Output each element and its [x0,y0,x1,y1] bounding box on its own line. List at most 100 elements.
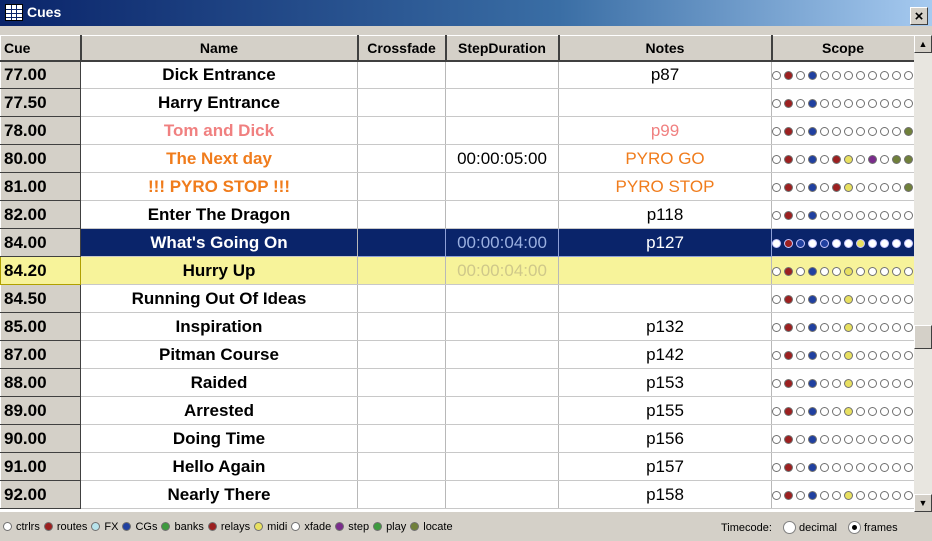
column-header-notes[interactable]: Notes [558,35,773,62]
cue-number[interactable]: 90.00 [0,424,81,453]
column-header-step-duration[interactable]: StepDuration [445,35,560,62]
step-duration-cell[interactable] [445,340,559,369]
crossfade-cell[interactable] [357,480,446,509]
cue-name[interactable]: Doing Time [80,424,358,453]
scope-cell[interactable] [771,340,914,369]
cue-row[interactable]: 84.50 Running Out Of Ideas [0,284,914,313]
crossfade-cell[interactable] [357,452,446,481]
cue-name[interactable]: Arrested [80,396,358,425]
frames-label[interactable]: frames [864,522,898,534]
cue-row[interactable]: 87.00 Pitman Course p142 [0,340,914,369]
step-duration-cell[interactable] [445,368,559,397]
cue-name[interactable]: Harry Entrance [80,88,358,117]
step-duration-cell[interactable] [445,452,559,481]
notes-cell[interactable] [558,256,772,285]
cue-name[interactable]: Nearly There [80,480,358,509]
step-duration-cell[interactable] [445,424,559,453]
cue-name[interactable]: Hello Again [80,452,358,481]
notes-cell[interactable]: p157 [558,452,772,481]
cue-number[interactable]: 84.50 [0,284,81,313]
cue-number[interactable]: 84.20 [0,256,81,285]
notes-cell[interactable]: p153 [558,368,772,397]
step-duration-cell[interactable]: 00:00:04:00 [445,256,559,285]
cue-name[interactable]: Inspiration [80,312,358,341]
cue-row[interactable]: 81.00!!! PYRO STOP !!! PYRO STOP [0,172,914,201]
column-header-cue[interactable]: Cue [0,35,82,62]
notes-cell[interactable]: p155 [558,396,772,425]
notes-cell[interactable]: p118 [558,200,772,229]
crossfade-cell[interactable] [357,144,446,173]
cue-row[interactable]: 89.00 Arrested p155 [0,396,914,425]
cue-name[interactable]: Enter The Dragon [80,200,358,229]
cue-name[interactable]: Hurry Up [80,256,358,285]
scroll-up-button[interactable]: ▲ [914,35,932,53]
cue-name[interactable]: The Next day [80,144,358,173]
cue-row[interactable]: 92.00 Nearly There p158 [0,480,914,509]
step-duration-cell[interactable] [445,60,559,89]
cue-name[interactable]: Raided [80,368,358,397]
scope-cell[interactable] [771,256,914,285]
vertical-scrollbar[interactable]: ▲ ▼ [914,35,932,512]
crossfade-cell[interactable] [357,228,446,257]
cue-number[interactable]: 85.00 [0,312,81,341]
scope-cell[interactable] [771,480,914,509]
notes-cell[interactable]: p87 [558,60,772,89]
scroll-thumb[interactable] [914,325,932,349]
column-header-scope[interactable]: Scope [771,35,914,62]
scope-cell[interactable] [771,200,914,229]
cue-row[interactable]: 77.50 Harry Entrance [0,88,914,117]
cue-row[interactable]: 91.00 Hello Again p157 [0,452,914,481]
scroll-down-button[interactable]: ▼ [914,494,932,512]
cue-number[interactable]: 77.00 [0,60,81,89]
scope-cell[interactable] [771,88,914,117]
step-duration-cell[interactable] [445,480,559,509]
crossfade-cell[interactable] [357,256,446,285]
notes-cell[interactable] [558,88,772,117]
scope-cell[interactable] [771,396,914,425]
crossfade-cell[interactable] [357,200,446,229]
notes-cell[interactable]: p99 [558,116,772,145]
cue-row[interactable]: 77.00 Dick Entrance p87 [0,60,914,89]
cue-name[interactable]: What's Going On [80,228,358,257]
notes-cell[interactable]: p156 [558,424,772,453]
column-header-name[interactable]: Name [80,35,359,62]
cue-number[interactable]: 84.00 [0,228,81,257]
step-duration-cell[interactable] [445,116,559,145]
column-header-crossfade[interactable]: Crossfade [357,35,447,62]
scope-cell[interactable] [771,60,914,89]
scope-cell[interactable] [771,116,914,145]
step-duration-cell[interactable] [445,396,559,425]
scope-cell[interactable] [771,284,914,313]
crossfade-cell[interactable] [357,396,446,425]
cue-row[interactable]: 90.00 Doing Time p156 [0,424,914,453]
step-duration-cell[interactable] [445,200,559,229]
cue-name[interactable]: Tom and Dick [80,116,358,145]
scope-cell[interactable] [771,228,914,257]
cue-name[interactable]: !!! PYRO STOP !!! [80,172,358,201]
scope-cell[interactable] [771,424,914,453]
cue-number[interactable]: 78.00 [0,116,81,145]
close-button[interactable]: × [910,7,928,25]
cue-name[interactable]: Running Out Of Ideas [80,284,358,313]
cue-row[interactable]: 84.00 What's Going On 00:00:04:00 p127 [0,228,914,257]
crossfade-cell[interactable] [357,172,446,201]
notes-cell[interactable]: p142 [558,340,772,369]
crossfade-cell[interactable] [357,116,446,145]
step-duration-cell[interactable] [445,88,559,117]
scope-cell[interactable] [771,312,914,341]
cue-row[interactable]: 82.00 Enter The Dragon p118 [0,200,914,229]
cue-number[interactable]: 88.00 [0,368,81,397]
cue-number[interactable]: 80.00 [0,144,81,173]
step-duration-cell[interactable]: 00:00:05:00 [445,144,559,173]
cue-row[interactable]: 85.00 Inspiration p132 [0,312,914,341]
cue-row[interactable]: 84.20 Hurry Up 00:00:04:00 [0,256,914,285]
notes-cell[interactable]: p132 [558,312,772,341]
cue-number[interactable]: 81.00 [0,172,81,201]
cue-number[interactable]: 82.00 [0,200,81,229]
crossfade-cell[interactable] [357,368,446,397]
scope-cell[interactable] [771,452,914,481]
scope-cell[interactable] [771,144,914,173]
crossfade-cell[interactable] [357,312,446,341]
crossfade-cell[interactable] [357,340,446,369]
frames-radio[interactable] [847,521,861,534]
